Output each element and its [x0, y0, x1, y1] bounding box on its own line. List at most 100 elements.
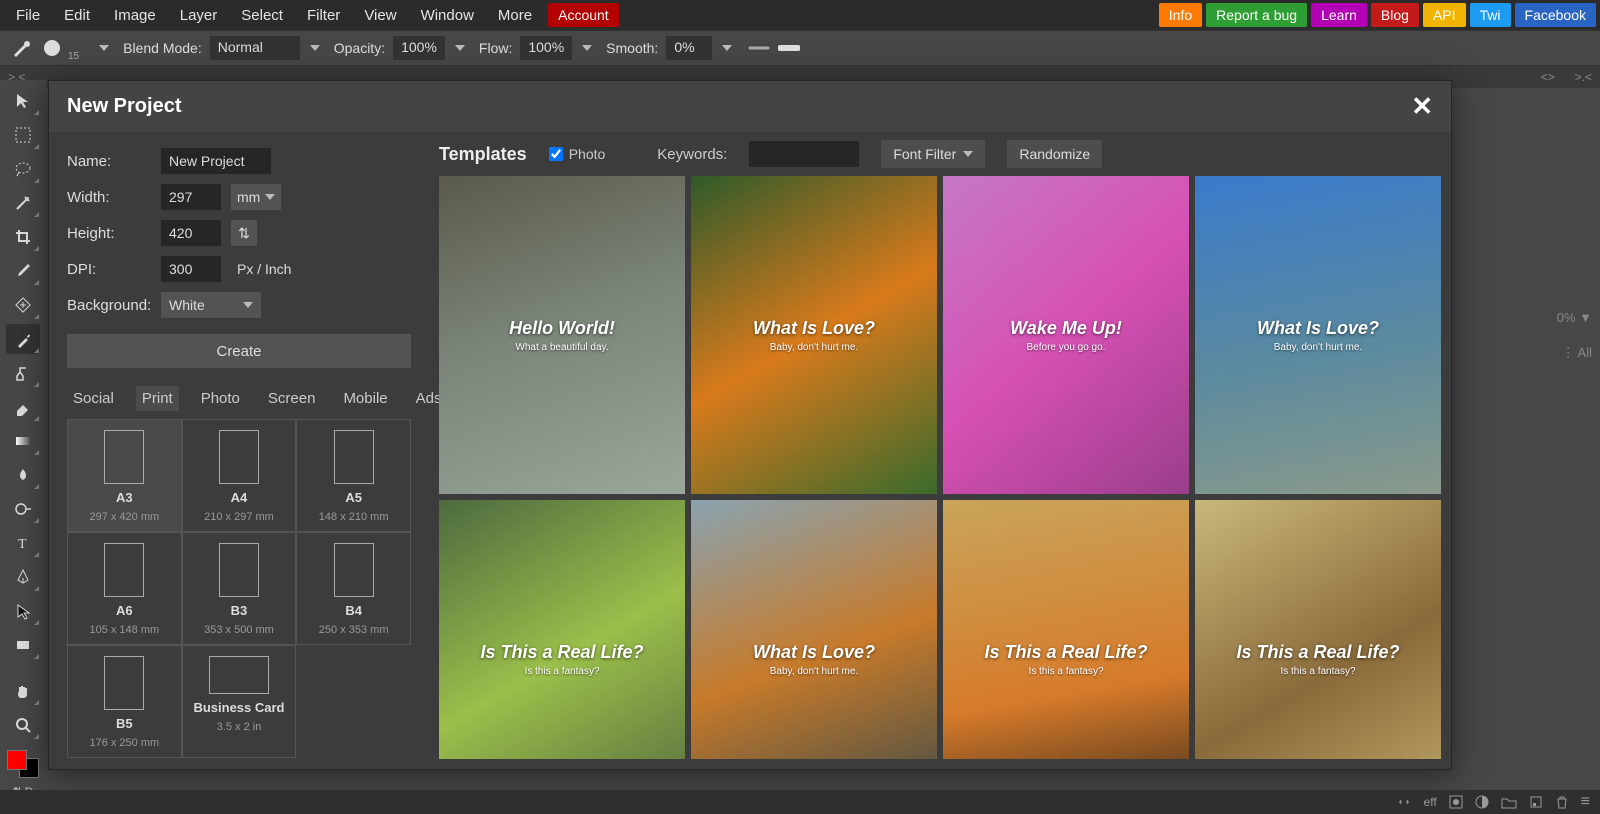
pen-tool[interactable] — [6, 562, 40, 592]
randomize-button[interactable]: Randomize — [1007, 140, 1102, 168]
healing-tool[interactable] — [6, 290, 40, 320]
brush-size-label: 15 — [68, 51, 79, 62]
template-card-2[interactable]: Wake Me Up!Before you go go. — [943, 176, 1189, 494]
brush-tool[interactable] — [6, 324, 40, 354]
background-select[interactable]: White — [161, 292, 261, 318]
unit-select[interactable]: mm — [231, 184, 281, 210]
marquee-tool[interactable] — [6, 120, 40, 150]
create-button[interactable]: Create — [67, 334, 411, 368]
preset-a3[interactable]: A3 297 x 420 mm — [67, 419, 182, 532]
smooth-caret[interactable] — [722, 45, 732, 51]
eraser-tool[interactable] — [6, 392, 40, 422]
page-icon — [104, 430, 144, 484]
menu-view[interactable]: View — [352, 1, 408, 30]
preset-a6[interactable]: A6 105 x 148 mm — [67, 532, 182, 645]
badge-learn[interactable]: Learn — [1311, 3, 1367, 27]
preset-size: 105 x 148 mm — [89, 624, 159, 636]
pressure-opacity-icon[interactable] — [748, 41, 770, 55]
gradient-tool[interactable] — [6, 426, 40, 456]
new-layer-icon[interactable] — [1529, 795, 1543, 809]
dodge-tool[interactable] — [6, 494, 40, 524]
move-tool[interactable] — [6, 86, 40, 116]
eyedropper-tool[interactable] — [6, 256, 40, 286]
menu-file[interactable]: File — [4, 1, 52, 30]
template-card-0[interactable]: Hello World!What a beautiful day. — [439, 176, 685, 494]
close-button[interactable]: ✕ — [1411, 91, 1433, 122]
swap-dimensions-icon[interactable]: ⇅ — [231, 220, 257, 246]
menu-edit[interactable]: Edit — [52, 1, 102, 30]
tab-social[interactable]: Social — [67, 386, 120, 411]
blend-caret[interactable] — [310, 45, 320, 51]
lasso-tool[interactable] — [6, 154, 40, 184]
trash-icon[interactable] — [1555, 795, 1569, 809]
template-card-5[interactable]: What Is Love?Baby, don't hurt me. — [691, 500, 937, 759]
mask-icon[interactable] — [1449, 795, 1463, 809]
keywords-input[interactable] — [749, 141, 859, 167]
preset-a4[interactable]: A4 210 x 297 mm — [182, 419, 297, 532]
brush-dropdown-caret[interactable] — [99, 45, 109, 51]
badge-twi[interactable]: Twi — [1470, 3, 1511, 27]
menu-layer[interactable]: Layer — [168, 1, 230, 30]
font-filter-button[interactable]: Font Filter — [881, 140, 985, 168]
photo-checkbox[interactable]: Photo — [549, 146, 606, 162]
zoom-tool[interactable] — [6, 710, 40, 740]
preset-category-tabs: Social Print Photo Screen Mobile Ads 2N — [67, 386, 411, 411]
menu-select[interactable]: Select — [229, 1, 295, 30]
badge-info[interactable]: Info — [1159, 3, 1202, 27]
badge-bug[interactable]: Report a bug — [1206, 3, 1307, 27]
preset-b4[interactable]: B4 250 x 353 mm — [296, 532, 411, 645]
badge-blog[interactable]: Blog — [1371, 3, 1419, 27]
pressure-size-icon[interactable] — [778, 41, 800, 55]
menu-image[interactable]: Image — [102, 1, 168, 30]
smooth-input[interactable]: 0% — [666, 36, 712, 60]
opacity-caret[interactable] — [455, 45, 465, 51]
preset-a5[interactable]: A5 148 x 210 mm — [296, 419, 411, 532]
dpi-input[interactable] — [161, 256, 221, 282]
name-input[interactable] — [161, 148, 271, 174]
brush-icon — [10, 37, 32, 59]
link-icon[interactable] — [1396, 795, 1412, 809]
preset-business-card[interactable]: Business Card 3.5 x 2 in — [182, 645, 297, 758]
template-card-6[interactable]: Is This a Real Life?Is this a fantasy? — [943, 500, 1189, 759]
template-title: Is This a Real Life? — [984, 642, 1147, 663]
page-icon — [104, 543, 144, 597]
page-icon — [334, 430, 374, 484]
folder-icon[interactable] — [1501, 795, 1517, 809]
path-select-tool[interactable] — [6, 596, 40, 626]
template-card-7[interactable]: Is This a Real Life?Is this a fantasy? — [1195, 500, 1441, 759]
template-card-1[interactable]: What Is Love?Baby, don't hurt me. — [691, 176, 937, 494]
type-tool[interactable]: T — [6, 528, 40, 558]
panel-opacity-value: 0% — [1557, 310, 1576, 325]
brush-preview-icon[interactable] — [40, 37, 70, 59]
template-card-4[interactable]: Is This a Real Life?Is this a fantasy? — [439, 500, 685, 759]
menu-filter[interactable]: Filter — [295, 1, 352, 30]
wand-tool[interactable] — [6, 188, 40, 218]
dialog-title: New Project — [67, 95, 181, 118]
badge-facebook[interactable]: Facebook — [1515, 3, 1596, 27]
adjustments-icon[interactable] — [1475, 795, 1489, 809]
tab-mobile[interactable]: Mobile — [337, 386, 393, 411]
flow-caret[interactable] — [582, 45, 592, 51]
blend-mode-select[interactable]: Normal — [210, 36, 300, 60]
flow-input[interactable]: 100% — [520, 36, 572, 60]
color-swatches[interactable] — [7, 750, 39, 778]
panel-menu-icon[interactable]: ≡ — [1581, 793, 1590, 811]
opacity-input[interactable]: 100% — [393, 36, 445, 60]
height-input[interactable] — [161, 220, 221, 246]
badge-api[interactable]: API — [1423, 3, 1466, 27]
crop-tool[interactable] — [6, 222, 40, 252]
account-button[interactable]: Account — [548, 3, 619, 27]
preset-b3[interactable]: B3 353 x 500 mm — [182, 532, 297, 645]
menu-more[interactable]: More — [486, 1, 544, 30]
shape-tool[interactable] — [6, 630, 40, 660]
menu-window[interactable]: Window — [409, 1, 486, 30]
template-card-3[interactable]: What Is Love?Baby, don't hurt me. — [1195, 176, 1441, 494]
tab-screen[interactable]: Screen — [262, 386, 322, 411]
tab-photo[interactable]: Photo — [195, 386, 246, 411]
width-input[interactable] — [161, 184, 221, 210]
blur-tool[interactable] — [6, 460, 40, 490]
hand-tool[interactable] — [6, 676, 40, 706]
preset-b5[interactable]: B5 176 x 250 mm — [67, 645, 182, 758]
clone-tool[interactable] — [6, 358, 40, 388]
tab-print[interactable]: Print — [136, 386, 179, 411]
